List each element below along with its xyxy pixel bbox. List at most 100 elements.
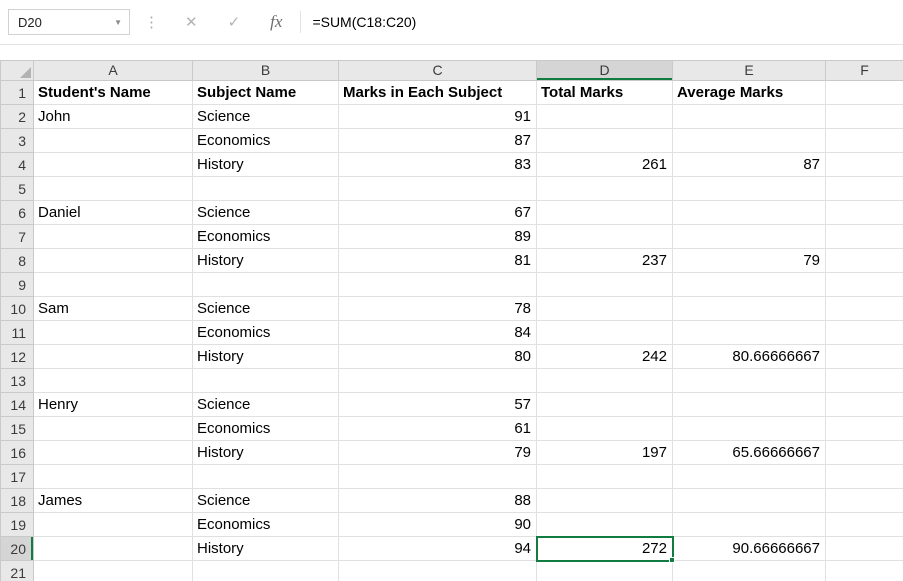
- row-header-15[interactable]: 15: [1, 417, 34, 441]
- cell-F11[interactable]: [826, 321, 903, 345]
- cell-E3[interactable]: [673, 129, 826, 153]
- cell-B5[interactable]: [193, 177, 339, 201]
- cell-D5[interactable]: [537, 177, 673, 201]
- cell-F1[interactable]: [826, 81, 903, 105]
- cell-D20[interactable]: 272: [537, 537, 673, 561]
- cell-A6[interactable]: Daniel: [34, 201, 193, 225]
- cell-F16[interactable]: [826, 441, 903, 465]
- cell-D11[interactable]: [537, 321, 673, 345]
- cell-F4[interactable]: [826, 153, 903, 177]
- cell-C8[interactable]: 81: [339, 249, 537, 273]
- cell-C6[interactable]: 67: [339, 201, 537, 225]
- cell-B12[interactable]: History: [193, 345, 339, 369]
- cell-D7[interactable]: [537, 225, 673, 249]
- cell-E4[interactable]: 87: [673, 153, 826, 177]
- fill-handle[interactable]: [669, 557, 675, 563]
- row-header-11[interactable]: 11: [1, 321, 34, 345]
- cell-E17[interactable]: [673, 465, 826, 489]
- row-header-13[interactable]: 13: [1, 369, 34, 393]
- cell-F14[interactable]: [826, 393, 903, 417]
- cell-B3[interactable]: Economics: [193, 129, 339, 153]
- insert-function-icon[interactable]: fx: [270, 12, 282, 32]
- cell-F5[interactable]: [826, 177, 903, 201]
- cell-F3[interactable]: [826, 129, 903, 153]
- row-header-4[interactable]: 4: [1, 153, 34, 177]
- cell-D10[interactable]: [537, 297, 673, 321]
- cell-B17[interactable]: [193, 465, 339, 489]
- cell-B15[interactable]: Economics: [193, 417, 339, 441]
- cell-C5[interactable]: [339, 177, 537, 201]
- cell-C21[interactable]: [339, 561, 537, 581]
- cell-D2[interactable]: [537, 105, 673, 129]
- cell-C10[interactable]: 78: [339, 297, 537, 321]
- cell-E8[interactable]: 79: [673, 249, 826, 273]
- cell-F10[interactable]: [826, 297, 903, 321]
- cell-F13[interactable]: [826, 369, 903, 393]
- cell-C1[interactable]: Marks in Each Subject: [339, 81, 537, 105]
- cell-D4[interactable]: 261: [537, 153, 673, 177]
- cell-B13[interactable]: [193, 369, 339, 393]
- cell-D1[interactable]: Total Marks: [537, 81, 673, 105]
- cell-A14[interactable]: Henry: [34, 393, 193, 417]
- confirm-icon[interactable]: ✓: [228, 13, 241, 31]
- cell-C4[interactable]: 83: [339, 153, 537, 177]
- cell-E7[interactable]: [673, 225, 826, 249]
- cell-B21[interactable]: [193, 561, 339, 581]
- cell-A18[interactable]: James: [34, 489, 193, 513]
- cell-A3[interactable]: [34, 129, 193, 153]
- cell-C16[interactable]: 79: [339, 441, 537, 465]
- column-header-E[interactable]: E: [673, 61, 826, 81]
- cell-C15[interactable]: 61: [339, 417, 537, 441]
- cell-F17[interactable]: [826, 465, 903, 489]
- cell-C13[interactable]: [339, 369, 537, 393]
- cell-D9[interactable]: [537, 273, 673, 297]
- cell-E13[interactable]: [673, 369, 826, 393]
- cell-A2[interactable]: John: [34, 105, 193, 129]
- name-box-dropdown-icon[interactable]: ▼: [114, 18, 122, 27]
- cell-C12[interactable]: 80: [339, 345, 537, 369]
- cell-F9[interactable]: [826, 273, 903, 297]
- cell-D14[interactable]: [537, 393, 673, 417]
- column-header-D[interactable]: D: [537, 61, 673, 81]
- cell-B8[interactable]: History: [193, 249, 339, 273]
- row-header-12[interactable]: 12: [1, 345, 34, 369]
- cell-F6[interactable]: [826, 201, 903, 225]
- cell-B16[interactable]: History: [193, 441, 339, 465]
- cell-D19[interactable]: [537, 513, 673, 537]
- cell-C9[interactable]: [339, 273, 537, 297]
- cell-F7[interactable]: [826, 225, 903, 249]
- row-header-1[interactable]: 1: [1, 81, 34, 105]
- cell-F12[interactable]: [826, 345, 903, 369]
- cell-E10[interactable]: [673, 297, 826, 321]
- cell-A17[interactable]: [34, 465, 193, 489]
- select-all-button[interactable]: [1, 61, 34, 81]
- cell-C20[interactable]: 94: [339, 537, 537, 561]
- column-header-F[interactable]: F: [826, 61, 903, 81]
- cell-E19[interactable]: [673, 513, 826, 537]
- row-header-9[interactable]: 9: [1, 273, 34, 297]
- cell-C2[interactable]: 91: [339, 105, 537, 129]
- row-header-14[interactable]: 14: [1, 393, 34, 417]
- cell-B1[interactable]: Subject Name: [193, 81, 339, 105]
- cell-F15[interactable]: [826, 417, 903, 441]
- row-header-7[interactable]: 7: [1, 225, 34, 249]
- cell-A5[interactable]: [34, 177, 193, 201]
- cell-B19[interactable]: Economics: [193, 513, 339, 537]
- cancel-icon[interactable]: ✕: [185, 13, 198, 31]
- cell-A19[interactable]: [34, 513, 193, 537]
- cell-E11[interactable]: [673, 321, 826, 345]
- cell-B9[interactable]: [193, 273, 339, 297]
- cell-F18[interactable]: [826, 489, 903, 513]
- cell-E16[interactable]: 65.66666667: [673, 441, 826, 465]
- cell-A9[interactable]: [34, 273, 193, 297]
- row-header-6[interactable]: 6: [1, 201, 34, 225]
- row-header-21[interactable]: 21: [1, 561, 34, 581]
- column-header-B[interactable]: B: [193, 61, 339, 81]
- column-header-C[interactable]: C: [339, 61, 537, 81]
- cell-A21[interactable]: [34, 561, 193, 581]
- cell-B2[interactable]: Science: [193, 105, 339, 129]
- row-header-16[interactable]: 16: [1, 441, 34, 465]
- cell-E12[interactable]: 80.66666667: [673, 345, 826, 369]
- cell-B20[interactable]: History: [193, 537, 339, 561]
- cell-D17[interactable]: [537, 465, 673, 489]
